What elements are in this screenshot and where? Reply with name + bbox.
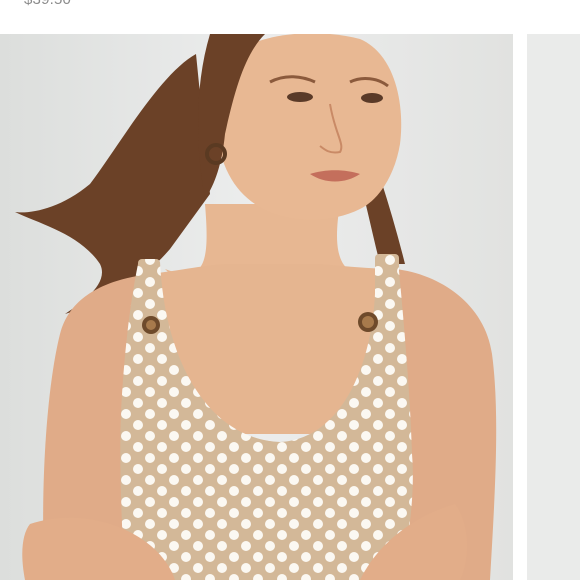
product-price: $39.50 xyxy=(24,0,71,8)
product-main-image[interactable] xyxy=(0,34,513,580)
next-product-image[interactable] xyxy=(527,34,580,580)
model-photo xyxy=(0,34,513,580)
